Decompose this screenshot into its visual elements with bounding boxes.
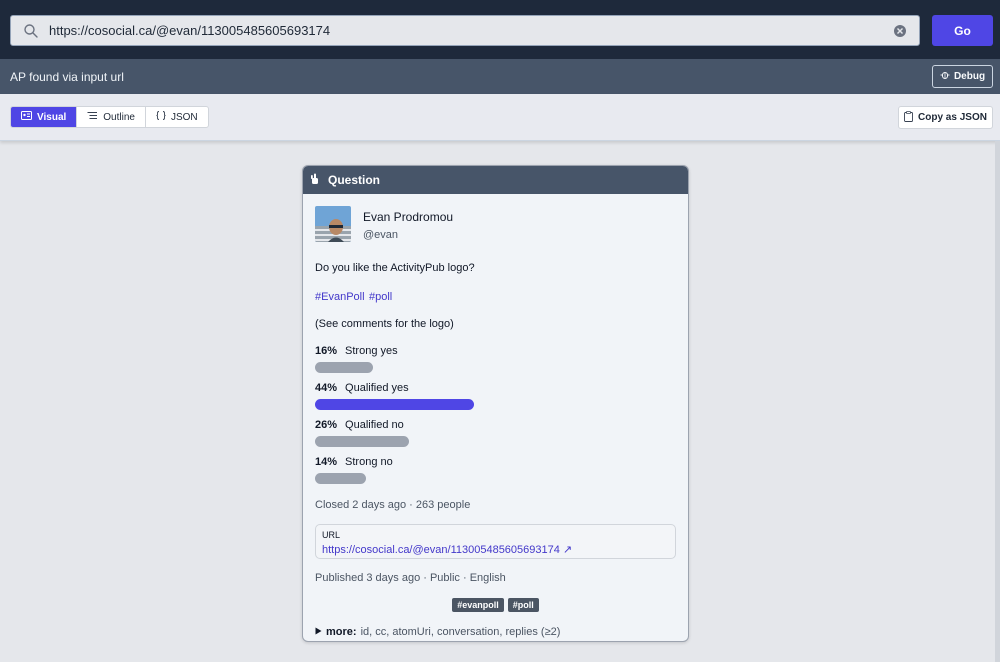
option-label: Strong no (345, 456, 393, 468)
option-label: Strong yes (345, 345, 398, 357)
poll-option: 26% Qualified no (315, 419, 676, 447)
publish-meta: Published 3 days ago · Public · English (315, 572, 506, 584)
more-fields: id, cc, atomUri, conversation, replies (… (360, 626, 561, 638)
id-card-icon (21, 111, 32, 123)
more-label: more: (326, 626, 357, 638)
tab-outline[interactable]: Outline (77, 107, 146, 127)
go-button[interactable]: Go (932, 15, 993, 46)
copy-label: Copy as JSON (918, 112, 987, 123)
tag-list: #evanpoll #poll (315, 598, 676, 612)
url-label: URL (322, 530, 341, 540)
poll-option: 44% Qualified yes (315, 382, 676, 410)
search-icon (23, 23, 39, 39)
poll-option: 14% Strong no (315, 456, 676, 484)
copy-as-json-button[interactable]: Copy as JSON (898, 106, 993, 129)
caret-right-icon (315, 626, 322, 638)
raised-hand-icon (311, 173, 320, 188)
card-header: Question (303, 166, 688, 194)
question-card: Question Evan Prodromou @evan Do you lik… (302, 165, 689, 642)
tab-json[interactable]: JSON (146, 107, 208, 127)
outline-list-icon (87, 111, 98, 123)
poll-options: 16% Strong yes 44% Qualified yes 26% Qualif… (315, 345, 676, 484)
option-bar (315, 473, 366, 484)
tab-outline-label: Outline (103, 111, 135, 123)
tab-json-label: JSON (170, 111, 198, 123)
tab-visual[interactable]: Visual (11, 107, 78, 127)
tab-visual-label: Visual (37, 111, 67, 123)
hashtag-link[interactable]: #EvanPoll (315, 291, 365, 303)
content-note: (See comments for the logo) (315, 318, 454, 330)
post-url-link[interactable]: https://cosocial.ca/@evan/11300548560569… (322, 543, 669, 556)
hashtag-link[interactable]: #poll (369, 291, 392, 303)
card-body: Evan Prodromou @evan Do you like the Act… (303, 194, 688, 641)
more-details[interactable]: more: id, cc, atomUri, conversation, rep… (315, 626, 676, 638)
option-percent: 26% (315, 419, 338, 431)
option-percent: 16% (315, 345, 338, 357)
author-name[interactable]: Evan Prodromou (363, 210, 453, 224)
url-box: URL https://cosocial.ca/@evan/1130054856… (315, 524, 676, 559)
poll-option: 16% Strong yes (315, 345, 676, 373)
url-search-field[interactable] (10, 15, 920, 46)
option-percent: 44% (315, 382, 338, 394)
option-percent: 14% (315, 456, 338, 468)
url-input[interactable] (49, 23, 879, 38)
poll-question: Do you like the ActivityPub logo? (315, 262, 475, 274)
option-label: Qualified yes (345, 382, 409, 394)
bug-icon (940, 70, 950, 83)
debug-label: Debug (953, 71, 986, 82)
author-handle[interactable]: @evan (363, 229, 453, 241)
content-hashtags: #EvanPoll #poll (315, 287, 676, 305)
tag-badge[interactable]: #poll (507, 598, 539, 612)
debug-button[interactable]: Debug (932, 65, 993, 88)
tag-badge[interactable]: #evanpoll (452, 598, 504, 612)
option-bar (315, 362, 373, 373)
scrollbar[interactable] (995, 141, 1000, 662)
option-bar (315, 399, 474, 410)
card-type-label: Question (328, 173, 381, 187)
status-bar: AP found via input url (0, 59, 1000, 94)
option-bar (315, 436, 409, 447)
clipboard-icon (904, 110, 913, 125)
clear-icon[interactable] (893, 24, 907, 38)
braces-icon (156, 111, 166, 123)
option-label: Qualified no (345, 419, 404, 431)
poll-closed-info: Closed 2 days ago · 263 people (315, 499, 471, 511)
author[interactable]: Evan Prodromou @evan (315, 206, 676, 242)
status-text: AP found via input url (10, 70, 124, 84)
avatar[interactable] (315, 206, 351, 242)
view-tabs: Visual Outline JSON (10, 106, 209, 128)
